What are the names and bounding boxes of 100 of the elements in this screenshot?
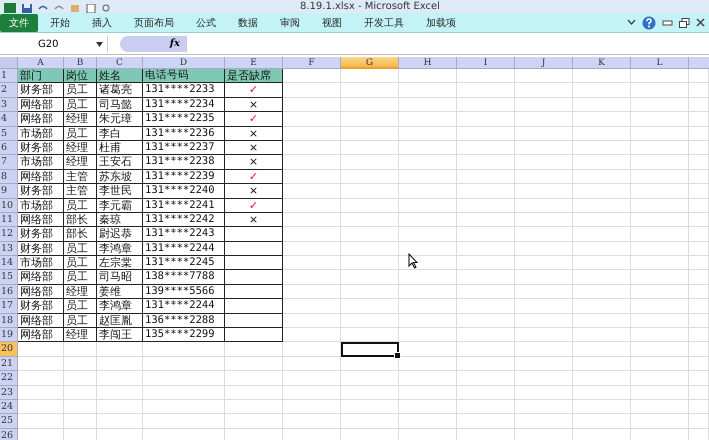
empty-cell[interactable] [283, 371, 341, 386]
empty-cell[interactable] [64, 386, 97, 400]
row-header[interactable]: 23 [0, 386, 18, 400]
save-icon[interactable] [22, 4, 32, 13]
empty-cell[interactable] [457, 83, 515, 98]
empty-cell[interactable] [573, 414, 631, 429]
empty-cell[interactable] [689, 112, 709, 127]
empty-cell[interactable] [515, 270, 573, 285]
row-header[interactable]: 11 [0, 212, 18, 228]
empty-cell[interactable] [457, 356, 515, 372]
empty-cell[interactable] [341, 356, 399, 372]
empty-cell[interactable] [457, 314, 515, 328]
empty-cell[interactable] [341, 299, 399, 314]
empty-cell[interactable] [515, 386, 573, 400]
empty-cell[interactable] [631, 98, 689, 112]
close-icon[interactable] [696, 18, 705, 27]
empty-cell[interactable] [689, 184, 709, 199]
empty-cell[interactable] [515, 227, 573, 242]
row-header[interactable]: 6 [0, 140, 18, 156]
empty-cell[interactable] [399, 284, 457, 300]
empty-cell[interactable] [573, 270, 631, 285]
row-header[interactable]: 16 [0, 284, 18, 300]
empty-cell[interactable] [283, 342, 341, 357]
empty-cell[interactable] [225, 414, 283, 429]
empty-cell[interactable] [283, 212, 341, 228]
empty-cell[interactable] [573, 400, 631, 414]
column-header[interactable]: K [573, 57, 631, 69]
empty-cell[interactable] [631, 242, 689, 256]
empty-cell[interactable] [457, 400, 515, 414]
empty-cell[interactable] [515, 170, 573, 184]
empty-cell[interactable] [689, 212, 709, 228]
empty-cell[interactable] [457, 212, 515, 228]
empty-cell[interactable] [225, 386, 283, 400]
empty-cell[interactable] [341, 112, 399, 127]
empty-cell[interactable] [341, 371, 399, 386]
empty-cell[interactable] [631, 198, 689, 213]
empty-cell[interactable] [399, 356, 457, 372]
empty-cell[interactable] [341, 414, 399, 429]
empty-cell[interactable] [399, 371, 457, 386]
row-header[interactable]: 9 [0, 184, 18, 199]
empty-cell[interactable] [341, 184, 399, 199]
empty-cell[interactable] [689, 69, 709, 84]
help-icon[interactable] [642, 16, 656, 30]
row-header[interactable]: 8 [0, 170, 18, 184]
row-header[interactable]: 17 [0, 299, 18, 314]
table-cell[interactable] [225, 227, 283, 242]
empty-cell[interactable] [631, 414, 689, 429]
empty-cell[interactable] [97, 356, 143, 372]
empty-cell[interactable] [341, 270, 399, 285]
empty-cell[interactable] [457, 270, 515, 285]
empty-cell[interactable] [457, 69, 515, 84]
empty-cell[interactable] [399, 227, 457, 242]
column-header[interactable]: F [283, 57, 341, 69]
empty-cell[interactable] [283, 386, 341, 400]
empty-cell[interactable] [631, 184, 689, 199]
empty-cell[interactable] [573, 242, 631, 256]
empty-cell[interactable] [631, 386, 689, 400]
empty-cell[interactable] [573, 386, 631, 400]
empty-cell[interactable] [689, 155, 709, 170]
empty-cell[interactable] [573, 170, 631, 184]
table-cell[interactable] [225, 299, 283, 314]
empty-cell[interactable] [515, 314, 573, 328]
empty-cell[interactable] [515, 256, 573, 270]
empty-cell[interactable] [341, 140, 399, 156]
empty-cell[interactable] [64, 400, 97, 414]
empty-cell[interactable] [283, 314, 341, 328]
row-header[interactable]: 1 [0, 69, 18, 84]
empty-cell[interactable] [64, 371, 97, 386]
empty-cell[interactable] [283, 270, 341, 285]
table-cell[interactable] [225, 284, 283, 300]
empty-cell[interactable] [283, 284, 341, 300]
empty-cell[interactable] [341, 400, 399, 414]
empty-cell[interactable] [283, 256, 341, 270]
empty-cell[interactable] [573, 140, 631, 156]
row-header[interactable]: 22 [0, 371, 18, 386]
empty-cell[interactable] [225, 342, 283, 357]
empty-cell[interactable] [515, 126, 573, 141]
empty-cell[interactable] [457, 299, 515, 314]
empty-cell[interactable] [573, 112, 631, 127]
empty-cell[interactable] [689, 198, 709, 213]
empty-cell[interactable] [399, 198, 457, 213]
caret-icon[interactable] [627, 19, 636, 26]
empty-cell[interactable] [283, 198, 341, 213]
empty-cell[interactable] [515, 112, 573, 127]
empty-cell[interactable] [283, 242, 341, 256]
empty-cell[interactable] [515, 212, 573, 228]
empty-cell[interactable] [689, 314, 709, 328]
empty-cell[interactable] [225, 400, 283, 414]
empty-cell[interactable] [283, 83, 341, 98]
empty-cell[interactable] [341, 198, 399, 213]
empty-cell[interactable] [631, 69, 689, 84]
empty-cell[interactable] [399, 270, 457, 285]
empty-cell[interactable] [399, 170, 457, 184]
ribbon-tab[interactable]: 文件 [0, 14, 38, 32]
empty-cell[interactable] [515, 400, 573, 414]
empty-cell[interactable] [143, 386, 225, 400]
empty-cell[interactable] [457, 386, 515, 400]
empty-cell[interactable] [341, 256, 399, 270]
empty-cell[interactable] [457, 284, 515, 300]
empty-cell[interactable] [631, 314, 689, 328]
